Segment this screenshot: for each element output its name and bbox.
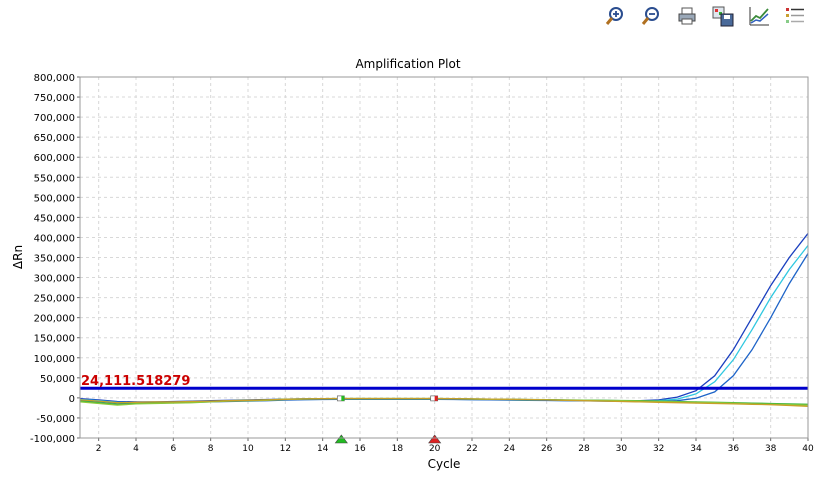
y-tick-label: -50,000 — [36, 414, 75, 425]
y-tick-label: 300,000 — [34, 274, 75, 285]
y-axis-label: ΔRn — [11, 245, 25, 269]
x-axis-label: Cycle — [428, 457, 461, 471]
x-tick-label: 38 — [765, 444, 777, 454]
baseline-marker-fill — [341, 395, 345, 401]
x-axis-ticks: 2 4 6 8 10 12 14 16 18 20 22 24 26 28 30 32 34 36 38 40 — [96, 438, 814, 454]
y-tick-label: 650,000 — [34, 133, 75, 144]
threshold-group: 24,111.518279 — [80, 374, 808, 390]
x-tick-label: 34 — [690, 444, 702, 454]
y-tick-label: 250,000 — [34, 294, 75, 305]
baseline-marker-triangle[interactable] — [428, 434, 442, 444]
y-tick-label: 150,000 — [34, 334, 75, 345]
y-tick-label: 550,000 — [34, 173, 75, 184]
y-tick-label: 800,000 — [34, 73, 75, 84]
y-tick-label: 450,000 — [34, 213, 75, 224]
x-tick-label: 20 — [429, 444, 441, 454]
y-tick-label: 700,000 — [34, 113, 75, 124]
x-tick-label: 22 — [466, 444, 477, 454]
y-tick-label: -100,000 — [30, 434, 75, 445]
x-tick-label: 16 — [354, 444, 366, 454]
x-tick-label: 18 — [392, 444, 404, 454]
y-tick-label: 750,000 — [34, 93, 75, 104]
y-tick-label: 100,000 — [34, 354, 75, 365]
chart-title: Amplification Plot — [355, 57, 460, 71]
amplification-plot: Amplification Plot ΔRn Cycle -100,000 -50… — [11, 57, 814, 471]
x-tick-label: 6 — [170, 444, 176, 454]
baseline-marker-fill — [434, 395, 438, 401]
x-tick-label: 10 — [242, 444, 254, 454]
y-tick-label: 0 — [69, 394, 75, 405]
x-tick-label: 30 — [616, 444, 628, 454]
threshold-label: 24,111.518279 — [81, 374, 190, 389]
y-tick-label: 350,000 — [34, 254, 75, 265]
x-tick-label: 4 — [133, 444, 139, 454]
x-tick-label: 2 — [96, 444, 102, 454]
x-tick-label: 36 — [728, 444, 740, 454]
x-tick-label: 32 — [653, 444, 664, 454]
x-tick-label: 8 — [208, 444, 214, 454]
y-tick-label: 200,000 — [34, 314, 75, 325]
y-tick-label: 50,000 — [40, 374, 75, 385]
y-tick-label: 400,000 — [34, 233, 75, 244]
y-tick-label: 600,000 — [34, 153, 75, 164]
baseline-marker-triangle[interactable] — [334, 434, 348, 444]
y-axis-ticks: -100,000 -50,000 0 50,000 100,000 150,000 200,… — [30, 73, 80, 445]
x-tick-label: 12 — [280, 444, 291, 454]
x-tick-label: 26 — [541, 444, 553, 454]
x-tick-label: 28 — [578, 444, 590, 454]
x-tick-label: 24 — [504, 444, 516, 454]
baseline-markers — [334, 395, 442, 444]
x-tick-label: 14 — [317, 444, 329, 454]
y-tick-label: 500,000 — [34, 193, 75, 204]
x-tick-label: 40 — [802, 444, 814, 454]
